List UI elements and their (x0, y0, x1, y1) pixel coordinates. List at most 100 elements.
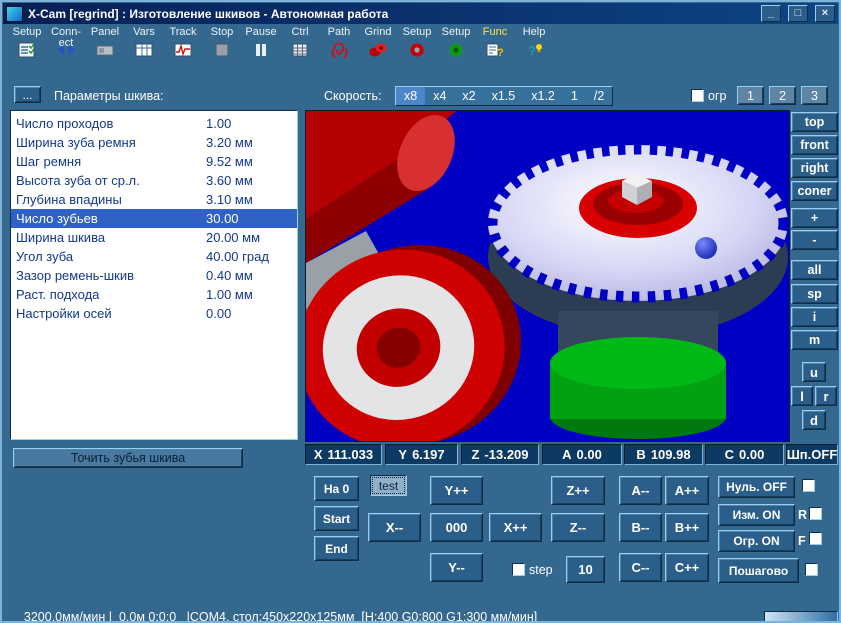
view-sp-button[interactable]: sp (791, 284, 838, 304)
go-zero-button[interactable]: На 0 (314, 476, 359, 501)
parameter-row[interactable]: Настройки осей 0.00 (11, 304, 297, 323)
pan-right-button[interactable]: r (815, 386, 837, 406)
step-value-button[interactable]: 10 (566, 556, 605, 583)
params-title: Параметры шкива: (54, 89, 164, 103)
r-checkbox[interactable] (809, 507, 822, 520)
jog-x-minus-button[interactable]: X-- (368, 513, 421, 542)
toolbar-item-panel[interactable]: Panel (86, 27, 124, 77)
speed-half-option[interactable]: /2 (586, 87, 612, 105)
zoom-in-button[interactable]: + (791, 208, 838, 228)
maximize-button[interactable]: □ (788, 5, 808, 22)
close-button[interactable]: × (815, 5, 835, 22)
parameter-name: Ширина шкива (16, 230, 106, 245)
measure-on-toggle-button[interactable]: Изм. ON (718, 504, 795, 526)
toolbar-item-setup-wheel[interactable]: Setup (398, 27, 436, 77)
speed-x4-option[interactable]: x4 (425, 87, 454, 105)
step-mode-checkbox[interactable] (805, 563, 818, 576)
preset-2-button[interactable]: 2 (769, 86, 796, 105)
start-button[interactable]: Start (314, 506, 359, 531)
jog-z-plus-button[interactable]: Z++ (551, 476, 605, 505)
toolbar-item-pause[interactable]: Pause (242, 27, 280, 77)
jog-a-plus-button[interactable]: A++ (665, 476, 709, 505)
parameter-row[interactable]: Раст. подхода 1.00 мм (11, 285, 297, 304)
end-button[interactable]: End (314, 536, 359, 561)
parameter-row[interactable]: Шаг ремня 9.52 мм (11, 152, 297, 171)
limit-on-toggle-button[interactable]: Огр. ON (718, 530, 795, 552)
spindle-status[interactable]: Шп.OFF (786, 444, 838, 465)
grind-teeth-button[interactable]: Точить зубья шкива (13, 448, 243, 468)
dro-axis-label: A (562, 447, 572, 462)
toolbar-item-connect[interactable]: Conn-ect (47, 27, 85, 77)
test-button[interactable]: test (370, 475, 407, 496)
parameter-row-selected[interactable]: Число зубьев 30.00 (11, 209, 297, 228)
toolbar-item-stop[interactable]: Stop (203, 27, 241, 77)
zero-all-button[interactable]: 000 (430, 513, 483, 542)
jog-c-plus-button[interactable]: C++ (665, 553, 709, 582)
jog-z-minus-button[interactable]: Z-- (551, 513, 605, 542)
speed-x2-option[interactable]: x2 (454, 87, 483, 105)
f-checkbox[interactable] (809, 532, 822, 545)
jog-y-plus-button[interactable]: Y++ (430, 476, 483, 505)
parameter-value: 20.00 мм (206, 230, 261, 245)
view-all-button[interactable]: all (791, 260, 838, 280)
jog-b-minus-button[interactable]: B-- (619, 513, 662, 542)
more-params-button[interactable]: ... (14, 86, 41, 103)
view-m-button[interactable]: m (791, 330, 838, 350)
keypad-icon (290, 42, 310, 62)
toolbar-item-setup[interactable]: Setup (8, 27, 46, 77)
preset-1-button[interactable]: 1 (737, 86, 764, 105)
parameter-row[interactable]: Зазор ремень-шкив 0.40 мм (11, 266, 297, 285)
toolbar-label: Func (482, 26, 508, 38)
preset-3-button[interactable]: 3 (801, 86, 828, 105)
dro-axis-value: 111.033 (327, 447, 374, 462)
parameter-row[interactable]: Ширина зуба ремня 3.20 мм (11, 133, 297, 152)
jog-a-minus-button[interactable]: A-- (619, 476, 662, 505)
toolbar-item-vars[interactable]: Vars (125, 27, 163, 77)
jog-c-minus-button[interactable]: C-- (619, 553, 662, 582)
parameter-name: Зазор ремень-шкив (16, 268, 135, 283)
app-window: X-Cam [regrind] : Изготовление шкивов - … (0, 0, 841, 623)
zero-off-toggle-button[interactable]: Нуль. OFF (718, 476, 795, 498)
parameter-row[interactable]: Высота зуба от ср.л. 3.60 мм (11, 171, 297, 190)
pan-left-button[interactable]: l (791, 386, 813, 406)
view-top-button[interactable]: top (791, 112, 838, 132)
jog-x-plus-button[interactable]: X++ (489, 513, 542, 542)
speed-x8-option[interactable]: x8 (396, 87, 426, 105)
jog-y-minus-button[interactable]: Y-- (430, 553, 483, 582)
view-i-button[interactable]: i (791, 307, 838, 327)
speed-limit-checkbox[interactable] (691, 89, 704, 102)
parameter-row[interactable]: Ширина шкива 20.00 мм (11, 228, 297, 247)
minimize-button[interactable]: _ (761, 5, 781, 22)
speed-1-option[interactable]: 1 (563, 87, 586, 105)
zoom-out-button[interactable]: - (791, 230, 838, 250)
jog-b-plus-button[interactable]: B++ (665, 513, 709, 542)
pan-up-button[interactable]: u (802, 362, 826, 382)
toolbar-item-grind[interactable]: Grind (359, 27, 397, 77)
parameter-row[interactable]: Угол зуба 40.00 град (11, 247, 297, 266)
toolbar-label: Stop (210, 26, 234, 38)
view-right-button[interactable]: right (791, 158, 838, 178)
parameter-value: 0.40 мм (206, 268, 253, 283)
speed-x1-2-option[interactable]: x1.2 (523, 87, 563, 105)
zero-off-checkbox[interactable] (802, 479, 815, 492)
speed-x1-5-option[interactable]: x1.5 (484, 87, 524, 105)
toolbar-item-func[interactable]: Func ? (476, 27, 514, 77)
view-corner-button[interactable]: coner (791, 181, 838, 201)
dro-axis-label: C (724, 447, 735, 462)
app-icon[interactable] (6, 5, 23, 22)
view-front-button[interactable]: front (791, 135, 838, 155)
parameter-value: 30.00 (206, 211, 239, 226)
toolbar-item-path[interactable]: Path (320, 27, 358, 77)
toolbar-label: Track (169, 26, 197, 38)
parameter-value: 9.52 мм (206, 154, 253, 169)
step-mode-button[interactable]: Пошагово (718, 558, 799, 583)
toolbar-item-help[interactable]: Help ? (515, 27, 553, 77)
parameter-row[interactable]: Число проходов 1.00 (11, 114, 297, 133)
toolbar-item-ctrl[interactable]: Ctrl (281, 27, 319, 77)
step-checkbox[interactable] (512, 563, 525, 576)
parameter-row[interactable]: Глубина впадины 3.10 мм (11, 190, 297, 209)
viewport-3d[interactable] (297, 110, 790, 449)
toolbar-item-track[interactable]: Track (164, 27, 202, 77)
toolbar-item-setup-green[interactable]: Setup (437, 27, 475, 77)
pan-down-button[interactable]: d (802, 410, 826, 430)
